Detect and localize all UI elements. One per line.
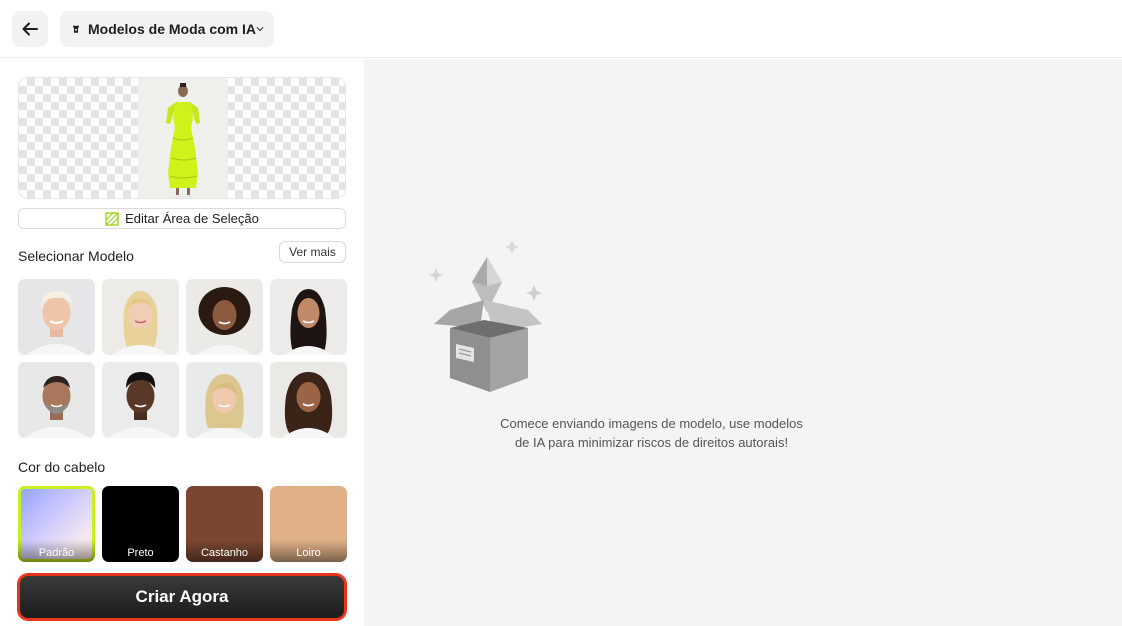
hair-color-option-black[interactable]: Preto	[102, 486, 179, 562]
selection-area-icon	[105, 211, 119, 226]
model-thumbnail-bearded-man[interactable]	[18, 362, 95, 438]
hair-color-label: Preto	[102, 540, 179, 562]
model-grid	[18, 279, 347, 438]
select-model-title: Selecionar Modelo	[18, 248, 134, 264]
product-image	[138, 78, 228, 198]
hair-color-option-default[interactable]: Padrão	[18, 486, 95, 562]
edit-selection-button[interactable]: Editar Área de Seleção	[18, 208, 346, 229]
model-thumbnail-curly-woman[interactable]	[186, 279, 263, 355]
empty-state-line-2: de IA para minimizar riscos de direitos …	[514, 435, 789, 450]
back-button[interactable]	[12, 11, 48, 47]
empty-box-icon	[429, 240, 542, 392]
left-panel: Editar Área de Seleção Selecionar Modelo…	[0, 59, 364, 626]
chevron-down-icon	[256, 27, 264, 31]
model-thumbnail-dark-hair-woman[interactable]	[270, 279, 347, 355]
edit-selection-label: Editar Área de Seleção	[125, 211, 259, 226]
tool-selector-dropdown[interactable]: Modelos de Moda com IA	[60, 11, 274, 47]
hair-color-label: Loiro	[270, 540, 347, 562]
empty-state-line-1: Comece enviando imagens de modelo, use m…	[500, 416, 803, 431]
arrow-left-icon	[22, 22, 38, 36]
hair-color-option-blonde[interactable]: Loiro	[270, 486, 347, 562]
hair-color-label: Castanho	[186, 540, 263, 562]
hair-color-grid: Padrão Preto Castanho Loiro	[18, 486, 347, 562]
hair-color-option-brown[interactable]: Castanho	[186, 486, 263, 562]
top-bar: Modelos de Moda com IA	[0, 0, 1122, 58]
hair-color-title: Cor do cabelo	[18, 459, 106, 475]
model-thumbnail-blond-man[interactable]	[18, 279, 95, 355]
model-thumbnail-black-man[interactable]	[102, 362, 179, 438]
model-thumbnail-curly-woman-2[interactable]	[270, 362, 347, 438]
fashion-model-icon	[72, 25, 80, 33]
empty-state-text: Comece enviando imagens de modelo, use m…	[364, 414, 939, 452]
tool-title: Modelos de Moda com IA	[87, 21, 256, 37]
model-thumbnail-blonde-woman-2[interactable]	[186, 362, 263, 438]
hair-color-label: Padrão	[18, 540, 95, 562]
model-thumbnail-blonde-woman[interactable]	[102, 279, 179, 355]
see-more-button[interactable]: Ver mais	[279, 241, 346, 263]
create-now-button[interactable]: Criar Agora	[18, 574, 346, 620]
product-preview	[18, 77, 346, 199]
